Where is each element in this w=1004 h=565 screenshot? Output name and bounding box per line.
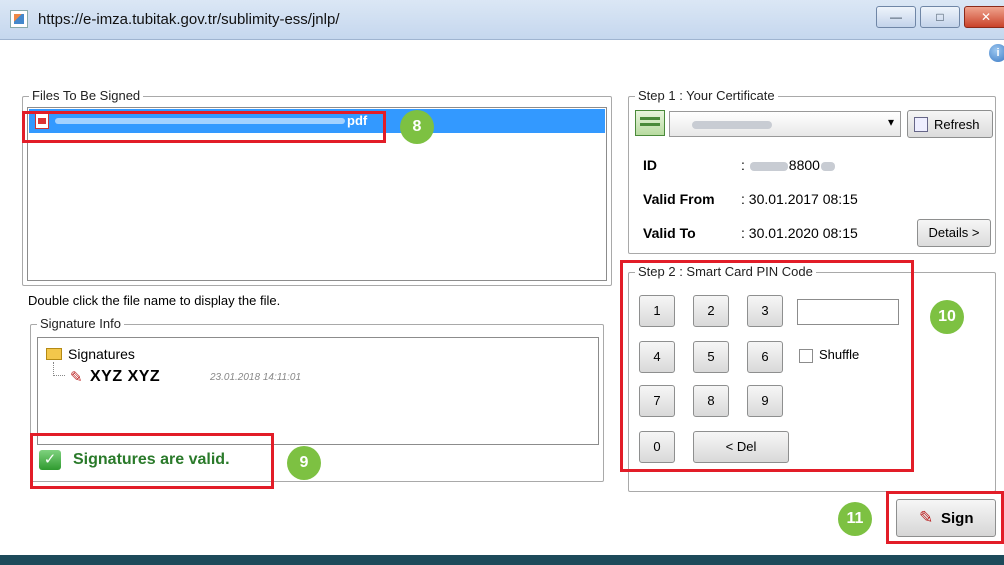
maximize-button[interactable]: □ — [920, 6, 960, 28]
id-label: ID — [643, 157, 657, 173]
java-app-icon — [10, 10, 28, 28]
step1-legend: Step 1 : Your Certificate — [635, 88, 778, 103]
id-redacted-suffix — [820, 161, 835, 171]
id-visible-digits: 8800 — [788, 157, 820, 173]
id-colon: : — [741, 157, 749, 173]
signature-date: 23.01.2018 14:11:01 — [210, 372, 302, 383]
refresh-label: Refresh — [934, 117, 980, 132]
certificate-name-redacted — [692, 121, 772, 129]
signatures-node[interactable]: Signatures — [68, 346, 135, 362]
close-button[interactable]: ✕ — [964, 6, 1004, 28]
details-button[interactable]: Details > — [917, 219, 991, 247]
signature-pen-icon: ✎ — [70, 369, 83, 386]
folder-icon — [46, 348, 62, 360]
id-value: : 8800 — [741, 157, 836, 173]
highlight-box-pin — [620, 260, 914, 472]
highlight-box-sign — [886, 491, 1004, 544]
highlight-box-status — [30, 433, 274, 489]
refresh-icon — [914, 117, 928, 132]
signature-tree[interactable]: Signatures ✎ XYZ XYZ 23.01.2018 14:11:01 — [37, 337, 599, 445]
valid-to-value: : 30.01.2020 08:15 — [741, 225, 858, 241]
id-redacted-prefix — [749, 161, 788, 171]
refresh-button[interactable]: Refresh — [907, 110, 993, 138]
taskbar-edge — [0, 555, 1004, 565]
step-badge-9: 9 — [287, 446, 321, 480]
certificate-icon — [635, 110, 665, 136]
signer-name[interactable]: XYZ XYZ — [90, 368, 160, 386]
step-badge-11: 11 — [838, 502, 872, 536]
valid-from-value: : 30.01.2017 08:15 — [741, 191, 858, 207]
window-title: https://e-imza.tubitak.gov.tr/sublimity-… — [38, 11, 340, 28]
signature-info-legend: Signature Info — [37, 316, 124, 331]
tree-connector — [53, 362, 65, 376]
step-badge-8: 8 — [400, 110, 434, 144]
step-badge-10: 10 — [930, 300, 964, 334]
double-click-hint: Double click the file name to display th… — [28, 293, 281, 308]
highlight-box-file — [22, 111, 386, 143]
step1-certificate-panel: Step 1 : Your Certificate ▾ Refresh ID :… — [628, 88, 996, 254]
valid-from-label: Valid From — [643, 191, 715, 207]
files-panel-legend: Files To Be Signed — [29, 88, 144, 103]
minimize-button[interactable]: — — [876, 6, 916, 28]
certificate-select[interactable]: ▾ — [669, 111, 901, 137]
help-icon[interactable]: i — [989, 44, 1004, 62]
window-titlebar: https://e-imza.tubitak.gov.tr/sublimity-… — [0, 0, 1004, 40]
valid-to-label: Valid To — [643, 225, 696, 241]
chevron-down-icon: ▾ — [887, 115, 894, 129]
